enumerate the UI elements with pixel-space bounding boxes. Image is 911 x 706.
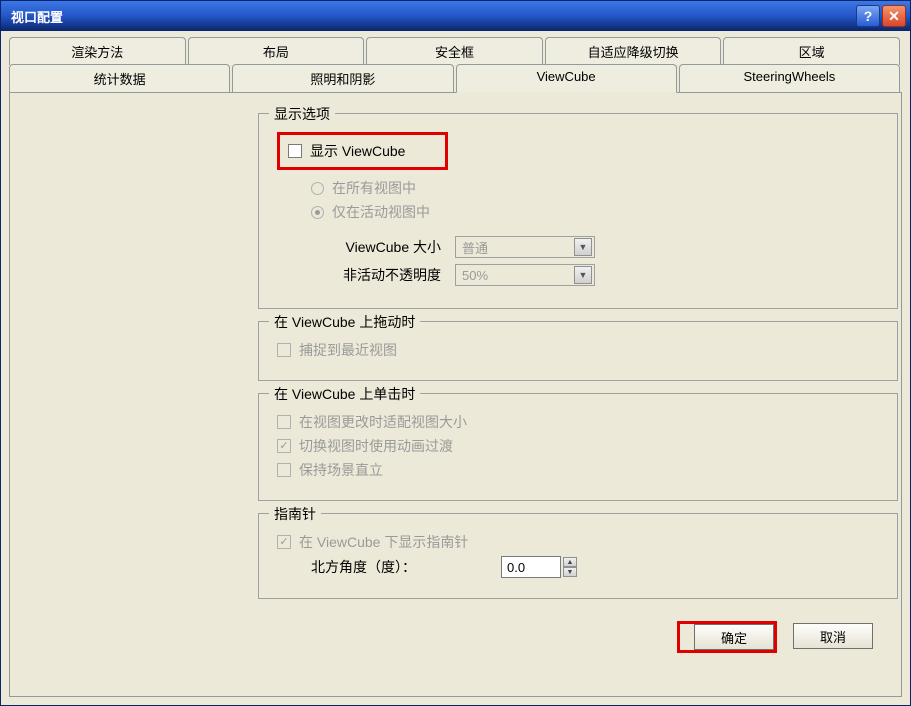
tab-steeringwheels[interactable]: SteeringWheels [679,64,900,92]
wrap-cancel: 取消 [777,621,875,653]
legend-display-options: 显示选项 [269,104,335,124]
label-all-views: 在所有视图中 [332,178,416,198]
window-title: 视口配置 [11,7,854,26]
ok-button[interactable]: 确定 [694,624,774,650]
spinner-buttons[interactable]: ▲ ▼ [563,557,577,577]
spinner-up-icon[interactable]: ▲ [563,557,577,567]
tab-statistics[interactable]: 统计数据 [9,64,230,92]
tab-row-bottom: 统计数据 照明和阴影 ViewCube SteeringWheels [9,64,902,92]
chevron-down-icon: ▼ [574,266,592,284]
tab-adaptive-degradation[interactable]: 自适应降级切换 [545,37,722,65]
highlight-show-viewcube: 显示 ViewCube [277,132,448,170]
legend-click: 在 ViewCube 上单击时 [269,384,420,404]
viewport-config-dialog: 视口配置 ? ✕ 渲染方法 布局 安全框 自适应降级切换 区域 统计数据 照明和… [0,0,911,706]
label-active-view: 仅在活动视图中 [332,202,430,222]
legend-drag: 在 ViewCube 上拖动时 [269,312,420,332]
checkbox-show-viewcube[interactable] [288,144,302,158]
label-keep-upright: 保持场景直立 [299,460,383,480]
row-inactive-opacity: 非活动不透明度 50% ▼ [311,264,879,286]
combo-inactive-opacity[interactable]: 50% ▼ [455,264,595,286]
dialog-body: 渲染方法 布局 安全框 自适应降级切换 区域 统计数据 照明和阴影 ViewCu… [1,31,910,705]
checkbox-show-compass[interactable]: ✓ [277,535,291,549]
tab-safe-frame[interactable]: 安全框 [366,37,543,65]
content-area: 显示选项 显示 ViewCube 在所有视图中 仅在活动视图中 V [258,113,898,599]
help-button[interactable]: ? [856,5,880,27]
radio-active-view[interactable] [311,206,324,219]
tab-panel: 显示选项 显示 ViewCube 在所有视图中 仅在活动视图中 V [9,92,902,697]
label-fit-view: 在视图更改时适配视图大小 [299,412,467,432]
group-compass: 指南针 ✓ 在 ViewCube 下显示指南针 北方角度（度）： 0.0 ▲ ▼ [258,513,898,599]
label-show-compass: 在 ViewCube 下显示指南针 [299,532,468,552]
label-viewcube-size: ViewCube 大小 [311,237,441,257]
spinner-north-angle[interactable]: 0.0 ▲ ▼ [501,556,577,578]
chevron-down-icon: ▼ [574,238,592,256]
label-snap-nearest: 捕捉到最近视图 [299,340,397,360]
titlebar: 视口配置 ? ✕ [1,1,910,31]
row-viewcube-size: ViewCube 大小 普通 ▼ [311,236,879,258]
group-click: 在 ViewCube 上单击时 在视图更改时适配视图大小 ✓ 切换视图时使用动画… [258,393,898,501]
legend-compass: 指南针 [269,504,321,524]
checkbox-keep-upright[interactable] [277,463,291,477]
label-show-viewcube: 显示 ViewCube [310,141,405,161]
checkbox-fit-view[interactable] [277,415,291,429]
checkbox-animate[interactable]: ✓ [277,439,291,453]
label-inactive-opacity: 非活动不透明度 [311,265,441,285]
tab-viewcube[interactable]: ViewCube [456,64,677,93]
group-display-options: 显示选项 显示 ViewCube 在所有视图中 仅在活动视图中 V [258,113,898,309]
combo-viewcube-size[interactable]: 普通 ▼ [455,236,595,258]
cancel-button[interactable]: 取消 [793,623,873,649]
radio-all-views[interactable] [311,182,324,195]
group-drag: 在 ViewCube 上拖动时 捕捉到最近视图 [258,321,898,381]
tab-lighting-shadows[interactable]: 照明和阴影 [232,64,453,92]
close-button[interactable]: ✕ [882,5,906,27]
tab-layout[interactable]: 布局 [188,37,365,65]
spinner-down-icon[interactable]: ▼ [563,567,577,577]
checkbox-snap-nearest[interactable] [277,343,291,357]
label-animate: 切换视图时使用动画过渡 [299,436,453,456]
input-north-angle[interactable]: 0.0 [501,556,561,578]
label-north-angle: 北方角度（度）： [311,557,501,577]
tab-render-method[interactable]: 渲染方法 [9,37,186,65]
tab-row-top: 渲染方法 布局 安全框 自适应降级切换 区域 [9,37,902,65]
tab-regions[interactable]: 区域 [723,37,900,65]
button-footer: 确定 取消 [28,611,883,653]
highlight-ok: 确定 [677,621,777,653]
